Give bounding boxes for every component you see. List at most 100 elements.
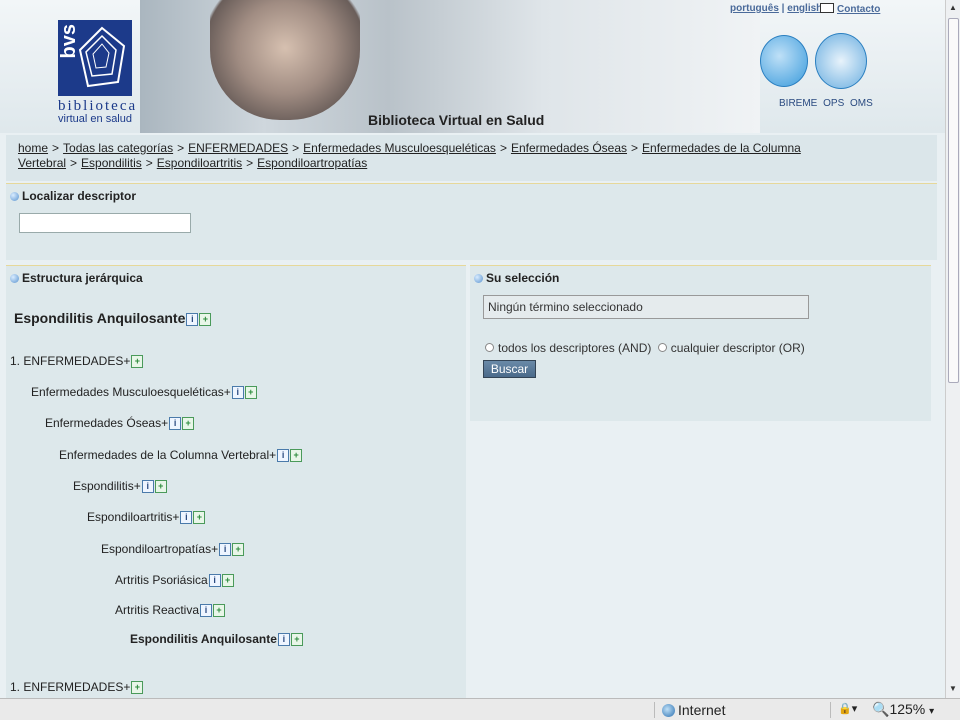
who-emblem-icon[interactable]	[815, 33, 867, 89]
breadcrumb-separator: >	[246, 156, 254, 170]
add-icon[interactable]: +	[154, 480, 167, 493]
bullet-icon	[474, 274, 483, 283]
operator-radios: todos los descriptores (AND) cualquier d…	[485, 341, 805, 355]
lang-portugues-link[interactable]: português	[730, 3, 779, 14]
scroll-down-arrow-icon[interactable]: ▼	[949, 684, 957, 693]
info-icon[interactable]: i	[200, 604, 213, 617]
info-icon[interactable]: i	[186, 313, 199, 326]
selection-panel: Su selección Ningún término seleccionado…	[470, 265, 931, 421]
add-icon[interactable]: +	[131, 681, 144, 694]
add-icon[interactable]: +	[182, 417, 195, 430]
breadcrumb-link[interactable]: Enfermedades Óseas	[511, 141, 627, 155]
status-separator	[830, 702, 831, 718]
tree-row[interactable]: Artritis Psoriásica i +	[115, 573, 234, 587]
breadcrumb-link[interactable]: Espondilitis	[81, 156, 142, 170]
breadcrumb-link[interactable]: Espondiloartropatías	[257, 156, 367, 170]
scroll-up-arrow-icon[interactable]: ▲	[949, 3, 957, 12]
breadcrumb-link[interactable]: Enfermedades Musculoesqueléticas	[303, 141, 496, 155]
org-names: BIREME OPS OMS	[779, 98, 873, 109]
tree-row[interactable]: Enfermedades Musculoesqueléticas+ i +	[31, 385, 257, 399]
tree-row-label[interactable]: Enfermedades Óseas+	[45, 416, 168, 430]
security-zone[interactable]: Internet	[662, 702, 725, 718]
zoom-control[interactable]: 🔍125% ▾	[872, 701, 934, 718]
add-icon[interactable]: +	[199, 313, 212, 326]
breadcrumb-separator: >	[499, 141, 507, 155]
selected-term: Espondilitis Anquilosante i +	[14, 310, 212, 326]
add-icon[interactable]: +	[244, 386, 257, 399]
info-icon[interactable]: i	[219, 543, 232, 556]
info-icon[interactable]: i	[208, 574, 221, 587]
hierarchy-header: Estructura jerárquica	[6, 266, 466, 290]
vertical-scrollbar[interactable]: ▲ ▼	[945, 0, 960, 698]
descriptor-search-input[interactable]	[19, 213, 191, 233]
tree-row[interactable]: Artritis Reactiva i +	[115, 603, 226, 617]
radio-or[interactable]	[657, 343, 667, 352]
tree-row-label[interactable]: Enfermedades Musculoesqueléticas+	[31, 385, 231, 399]
add-icon[interactable]: +	[290, 449, 303, 462]
bireme-globe-icon[interactable]	[760, 35, 808, 87]
zoom-icon: 🔍	[872, 701, 890, 717]
site-header: bvs biblioteca virtual en salud Bibliote…	[0, 0, 945, 133]
tree-row[interactable]: Enfermedades de la Columna Vertebral+ i +	[59, 448, 303, 462]
site-title: Biblioteca Virtual en Salud	[368, 112, 545, 128]
logo-subtitle: virtual en salud	[58, 113, 132, 125]
locator-header: Localizar descriptor	[6, 184, 937, 208]
tree-row[interactable]: Espondiloartropatías+ i +	[101, 542, 245, 556]
breadcrumb-separator: >	[292, 141, 300, 155]
internet-globe-icon	[662, 704, 675, 717]
status-bar: Internet 🔒▾ 🔍125% ▾	[0, 698, 960, 720]
tree-row-label[interactable]: Artritis Reactiva	[115, 603, 199, 617]
tree-row[interactable]: 1. ENFERMEDADES+ +	[10, 354, 144, 368]
contact-link[interactable]: Contacto	[837, 4, 880, 15]
breadcrumb-link[interactable]: Espondiloartritis	[157, 156, 242, 170]
add-icon[interactable]: +	[290, 633, 303, 646]
tree-row-label[interactable]: Enfermedades de la Columna Vertebral+	[59, 448, 276, 462]
logo-crystal-icon	[78, 26, 126, 88]
tree-row-label[interactable]: 1. ENFERMEDADES+	[10, 354, 130, 368]
info-icon[interactable]: i	[277, 633, 290, 646]
tree-row[interactable]: 1. ENFERMEDADES+ +	[10, 680, 144, 694]
contact-link-wrap[interactable]: Contacto	[820, 3, 880, 15]
lang-separator: |	[781, 3, 785, 14]
tree-row[interactable]: Espondiloartritis+ i +	[87, 510, 206, 524]
tree-row-label[interactable]: 1. ENFERMEDADES+	[10, 680, 130, 694]
scrollbar-thumb[interactable]	[948, 18, 959, 383]
bvs-logo[interactable]: bvs	[58, 20, 132, 96]
add-icon[interactable]: +	[131, 355, 144, 368]
breadcrumb-separator: >	[70, 156, 78, 170]
info-icon[interactable]: i	[277, 449, 290, 462]
zoom-dropdown-icon: ▾	[929, 706, 935, 717]
breadcrumb-link[interactable]: ENFERMEDADES	[188, 141, 288, 155]
locator-panel: Localizar descriptor	[6, 183, 937, 260]
tree-row-label[interactable]: Espondiloartritis+	[87, 510, 179, 524]
lang-english-link[interactable]: english	[787, 3, 822, 14]
add-icon[interactable]: +	[232, 543, 245, 556]
radio-and-label[interactable]: todos los descriptores (AND)	[498, 341, 651, 355]
info-icon[interactable]: i	[180, 511, 193, 524]
tree-row-label[interactable]: Espondiloartropatías+	[101, 542, 218, 556]
breadcrumb-link[interactable]: Todas las categorías	[63, 141, 173, 155]
tree-row[interactable]: Espondilitis Anquilosante i +	[130, 632, 303, 646]
tree-row-label[interactable]: Espondilitis Anquilosante	[130, 632, 277, 646]
tree-row-label[interactable]: Espondilitis+	[73, 479, 141, 493]
info-icon[interactable]: i	[231, 386, 244, 399]
language-links: português | english	[730, 3, 822, 14]
tree-row-label[interactable]: Artritis Psoriásica	[115, 573, 208, 587]
add-icon[interactable]: +	[213, 604, 226, 617]
search-button[interactable]: Buscar	[483, 360, 536, 378]
protected-mode-icon[interactable]: 🔒▾	[838, 702, 857, 715]
zone-label: Internet	[678, 702, 726, 718]
selection-header: Su selección	[470, 266, 931, 290]
radio-and[interactable]	[485, 343, 494, 352]
add-icon[interactable]: +	[193, 511, 206, 524]
tree-row[interactable]: Enfermedades Óseas+ i +	[45, 416, 195, 430]
info-icon[interactable]: i	[141, 480, 154, 493]
radio-or-label[interactable]: cualquier descriptor (OR)	[671, 341, 805, 355]
info-icon[interactable]: i	[169, 417, 182, 430]
breadcrumb: home > Todas las categorías > ENFERMEDADES > E…	[6, 135, 937, 181]
add-icon[interactable]: +	[221, 574, 234, 587]
tree-row[interactable]: Espondilitis+ i +	[73, 479, 167, 493]
bullet-icon	[10, 192, 19, 201]
status-separator	[654, 702, 655, 718]
breadcrumb-link[interactable]: home	[18, 141, 48, 155]
